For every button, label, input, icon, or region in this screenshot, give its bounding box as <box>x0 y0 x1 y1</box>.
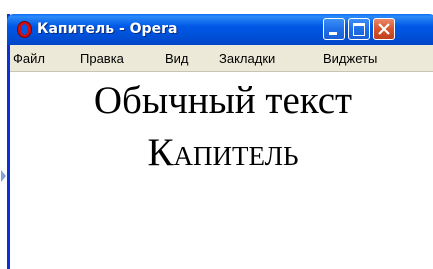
minimize-button[interactable] <box>323 18 345 40</box>
window-edge-marker <box>0 166 7 186</box>
menu-item-widgets[interactable]: Виджеты <box>323 51 377 66</box>
maximize-button[interactable] <box>348 18 370 40</box>
close-button[interactable] <box>373 18 395 40</box>
smallcaps-text: Капитель <box>147 131 299 174</box>
opera-icon[interactable] <box>16 21 33 38</box>
close-icon <box>378 23 390 35</box>
menu-item-file[interactable]: Файл <box>13 51 45 66</box>
window-title: Капитель - Opera <box>37 21 178 37</box>
browser-window: Капитель - Opera Файл Правка Вид Закладк… <box>7 14 433 269</box>
menu-item-edit[interactable]: Правка <box>80 51 124 66</box>
normal-text: Обычный текст <box>93 79 353 122</box>
menu-item-view[interactable]: Вид <box>165 51 189 66</box>
menu-bar: Файл Правка Вид Закладки Виджеты <box>10 45 433 72</box>
title-bar[interactable]: Капитель - Opera <box>7 14 433 45</box>
menu-item-bookmarks[interactable]: Закладки <box>219 51 275 66</box>
